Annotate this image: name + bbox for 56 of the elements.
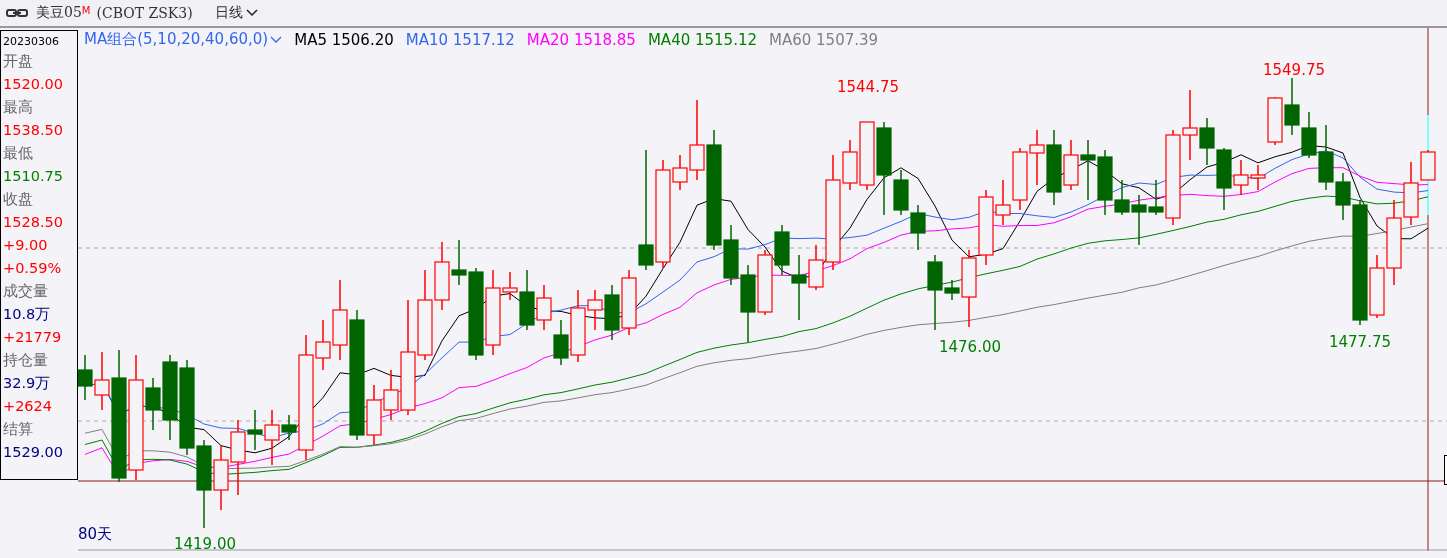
field-value: 1529.00 [3, 443, 64, 462]
candlestick [1284, 77, 1300, 136]
field-value: 1510.75 [3, 167, 64, 186]
ma-value: MA60 1507.39 [769, 30, 879, 49]
candlestick [1029, 129, 1045, 186]
candlestick [910, 204, 926, 251]
candlestick [78, 354, 93, 401]
caret-icon [270, 35, 283, 44]
candlestick [859, 121, 875, 191]
caret-icon [245, 9, 258, 17]
candlestick [213, 444, 229, 511]
price-label: 1419.00 [174, 535, 236, 553]
ma-group-dropdown[interactable]: MA组合(5,10,20,40,60,0) [84, 30, 283, 49]
price-label: 1544.75 [837, 78, 899, 96]
candlestick [1080, 139, 1096, 201]
contract-code: (CBOT ZSK3) [96, 5, 193, 21]
candlestick [1250, 164, 1266, 191]
field-label: 收盘 [3, 190, 34, 209]
candlestick [791, 254, 807, 321]
range-label: 80天 [78, 525, 113, 544]
price-label: 1477.75 [1329, 333, 1391, 351]
field-label: 持仓量 [3, 351, 49, 370]
link-icon[interactable] [6, 8, 28, 18]
ma-value: MA20 1518.85 [526, 30, 636, 49]
field-label: 成交量 [3, 282, 49, 301]
candlestick [604, 284, 620, 341]
price-label: 1549.75 [1263, 61, 1325, 79]
field-value: 1538.50 [3, 121, 64, 140]
candlestick [757, 249, 773, 316]
candlestick [1267, 96, 1283, 146]
main-contract-mark: M [81, 5, 91, 16]
field-value: 1520.00 [3, 75, 64, 94]
field-value: 32.9万 [3, 374, 52, 393]
candlestick [774, 224, 790, 276]
field-label: 最高 [3, 98, 34, 117]
field-value: +21779 [3, 328, 63, 347]
candlestick [1131, 194, 1147, 246]
date-text: 20230306 [3, 34, 60, 50]
field-value: 10.8万 [3, 305, 52, 324]
period-dropdown[interactable]: 日线 [214, 4, 258, 22]
candlestick [1301, 111, 1317, 159]
ma-value: MA10 1517.12 [405, 30, 515, 49]
ma-value: MA5 1506.20 [294, 30, 394, 49]
field-value: +9.00 [3, 236, 49, 255]
field-value: +2624 [3, 397, 54, 416]
ma-value: MA40 1515.12 [647, 30, 757, 49]
field-value: +0.59% [3, 259, 63, 278]
candlestick [536, 284, 552, 331]
field-label: 开盘 [3, 52, 34, 71]
candlestick [1318, 124, 1334, 191]
field-label: 最低 [3, 144, 34, 163]
candlestick [1012, 147, 1028, 211]
price-label: 1476.00 [939, 338, 1001, 356]
field-label: 结算 [3, 420, 34, 439]
field-value: 1528.50 [3, 213, 64, 232]
symbol-name: 美豆05 [36, 4, 82, 22]
